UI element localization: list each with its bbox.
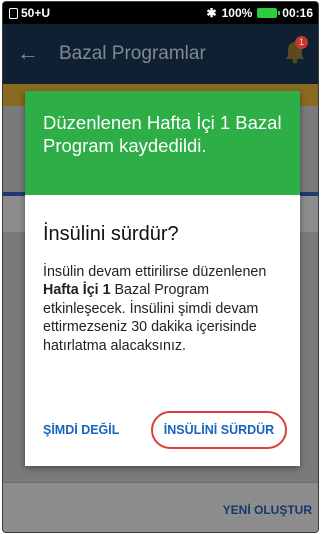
resume-insulin-button[interactable]: İNSÜLİNİ SÜRDÜR	[151, 411, 287, 449]
create-new-button[interactable]: YENİ OLUŞTUR	[223, 503, 312, 517]
arrow-left-icon[interactable]: ←	[17, 40, 39, 66]
battery-percent: 100%	[221, 6, 253, 20]
background-footer: YENİ OLUŞTUR	[3, 482, 318, 532]
network-indicator: 50+U	[21, 6, 51, 20]
status-left: 50+U	[9, 6, 50, 20]
status-bar: 50+U ✱ 100% 00:16	[3, 2, 318, 24]
resume-insulin-dialog: Düzenlenen Hafta İçi 1 Bazal Program kay…	[25, 91, 300, 466]
notification-badge: 1	[295, 36, 308, 49]
app-bar: ← Bazal Programlar 1	[3, 24, 318, 84]
dialog-header: Düzenlenen Hafta İçi 1 Bazal Program kay…	[25, 91, 300, 195]
bluetooth-icon: ✱	[206, 6, 217, 20]
phone-screen: 50+U ✱ 100% 00:16 ← Bazal Programlar 1 Y…	[2, 1, 319, 533]
battery-icon	[257, 8, 281, 18]
dialog-body-program-name: Hafta İçi 1	[43, 282, 111, 299]
page-title: Bazal Programlar	[59, 43, 206, 64]
dialog-title: İnsülini sürdür?	[43, 223, 179, 245]
dialog-body: İnsülin devam ettirilirse düzenlenen Haf…	[43, 263, 288, 355]
clock: 00:16	[282, 6, 313, 20]
dialog-body-part1: İnsülin devam ettirilirse düzenlenen	[43, 264, 267, 280]
status-right: ✱ 100% 00:16	[207, 6, 313, 20]
not-now-button[interactable]: ŞİMDİ DEĞİL	[43, 423, 119, 437]
sim-icon	[9, 7, 18, 19]
